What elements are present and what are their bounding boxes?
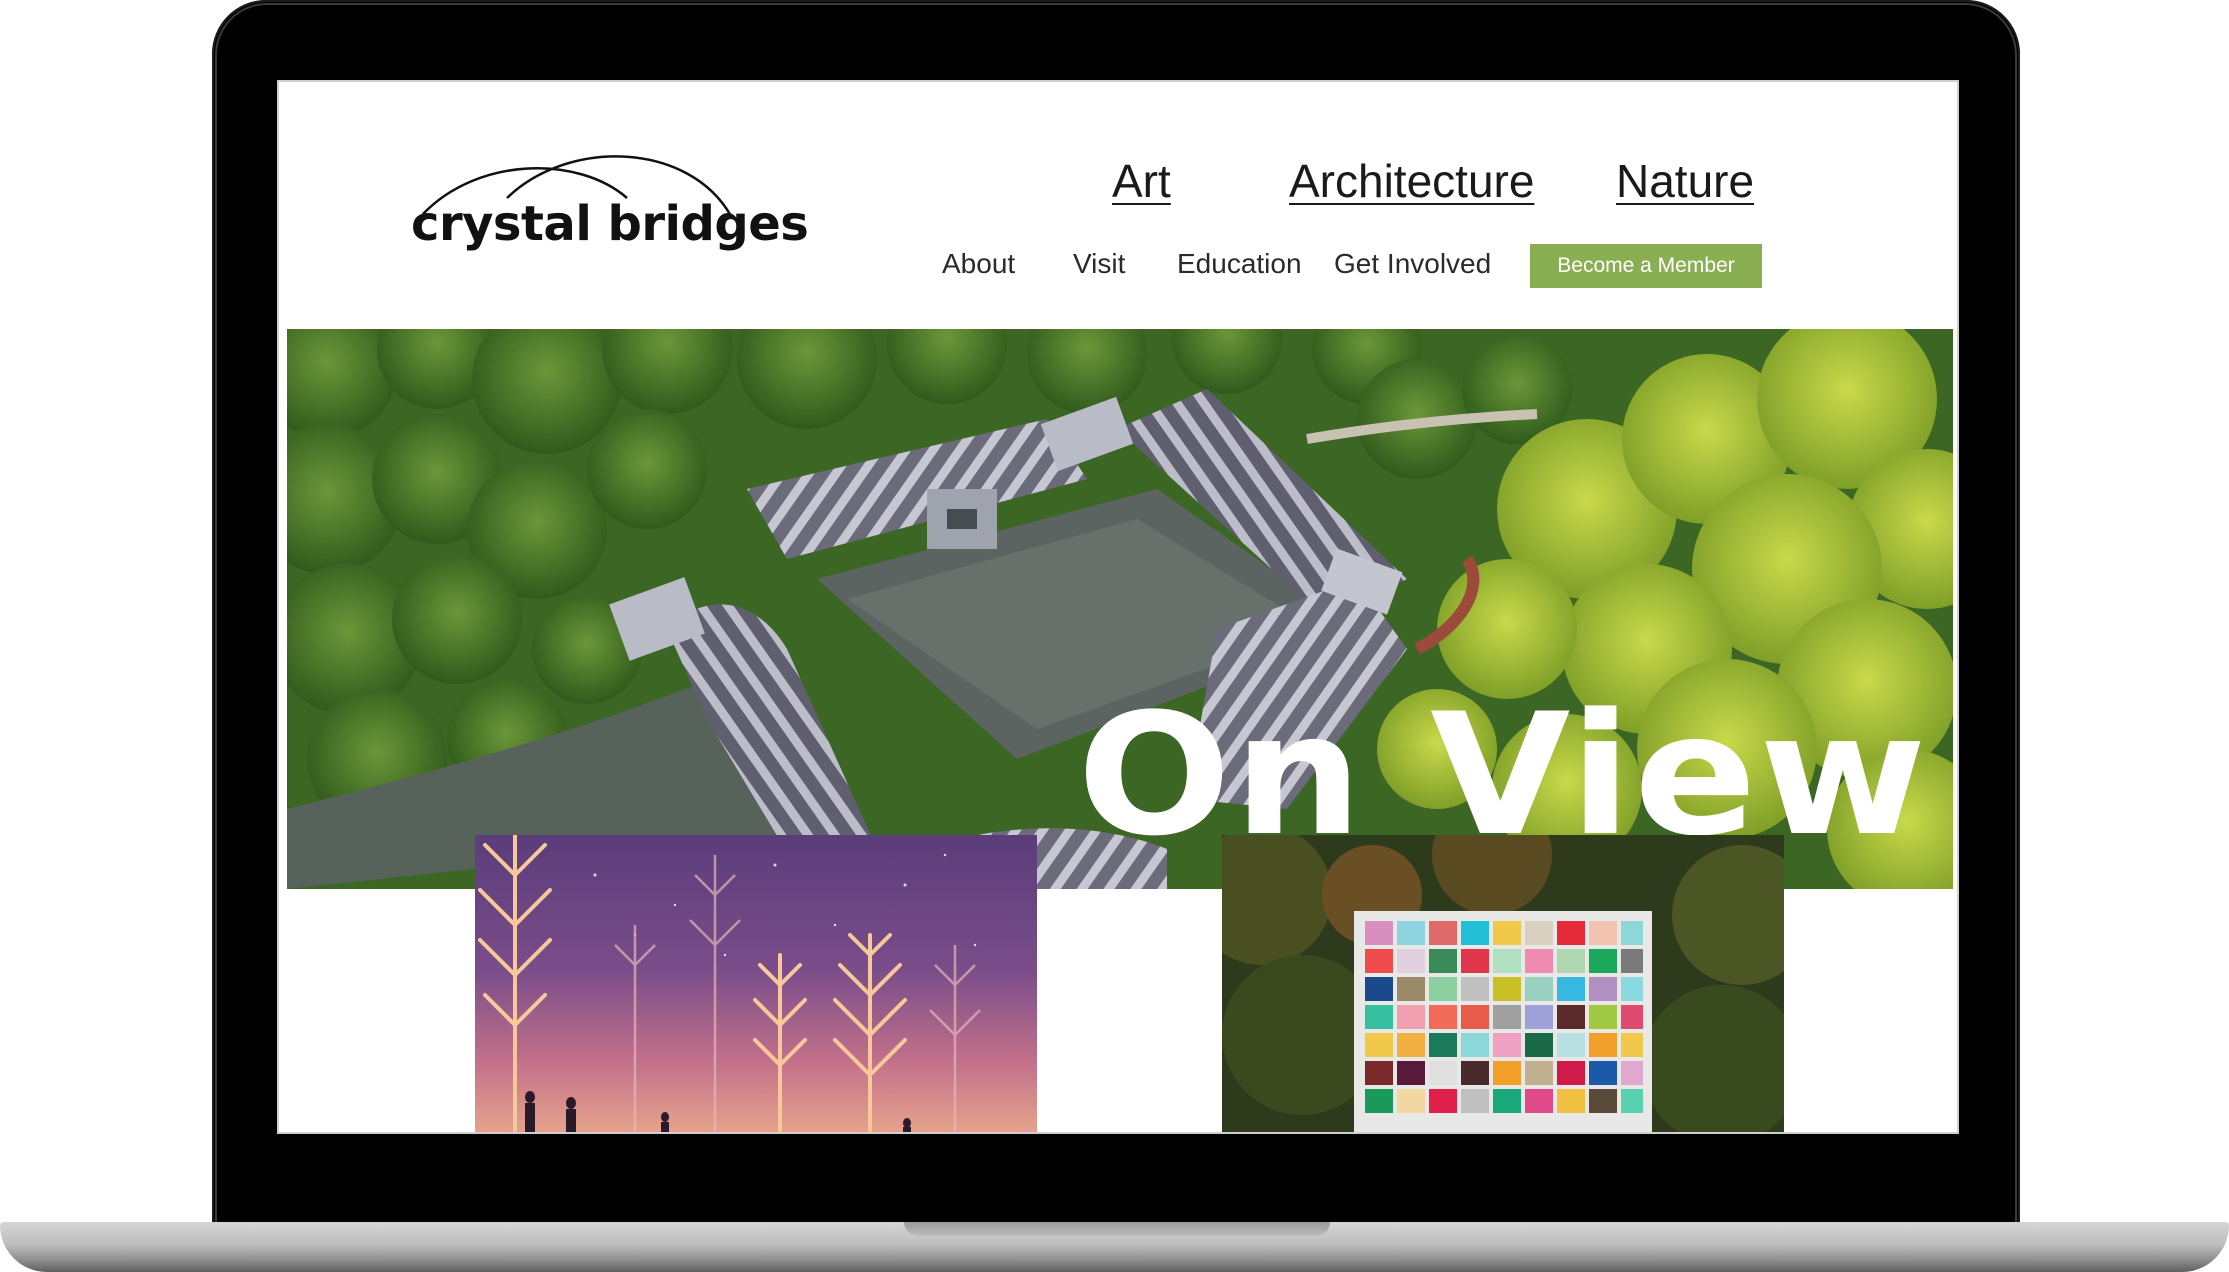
nav-link-education[interactable]: Education	[1177, 248, 1302, 280]
nav-link-art[interactable]: Art	[1112, 154, 1171, 208]
color-grid-artwork	[1222, 835, 1784, 1132]
become-member-button[interactable]: Become a Member	[1530, 244, 1762, 288]
hero-image: On View	[287, 329, 1953, 889]
light-forest-artwork	[475, 835, 1037, 1132]
nav-link-visit[interactable]: Visit	[1073, 248, 1125, 280]
exhibit-card-color-grid[interactable]	[1222, 835, 1784, 1132]
nav-link-architecture[interactable]: Architecture	[1289, 154, 1534, 208]
nav-link-about[interactable]: About	[942, 248, 1015, 280]
exhibit-card-light-forest[interactable]	[475, 835, 1037, 1132]
website-screen: crystal bridges Art Architecture Nature …	[277, 80, 1959, 1134]
nav-link-get-involved[interactable]: Get Involved	[1334, 248, 1491, 280]
laptop-notch	[904, 1222, 1330, 1236]
hero-title: On View	[1077, 677, 1929, 873]
nav-link-nature[interactable]: Nature	[1616, 154, 1754, 208]
primary-nav: Art Architecture Nature	[279, 154, 1957, 214]
